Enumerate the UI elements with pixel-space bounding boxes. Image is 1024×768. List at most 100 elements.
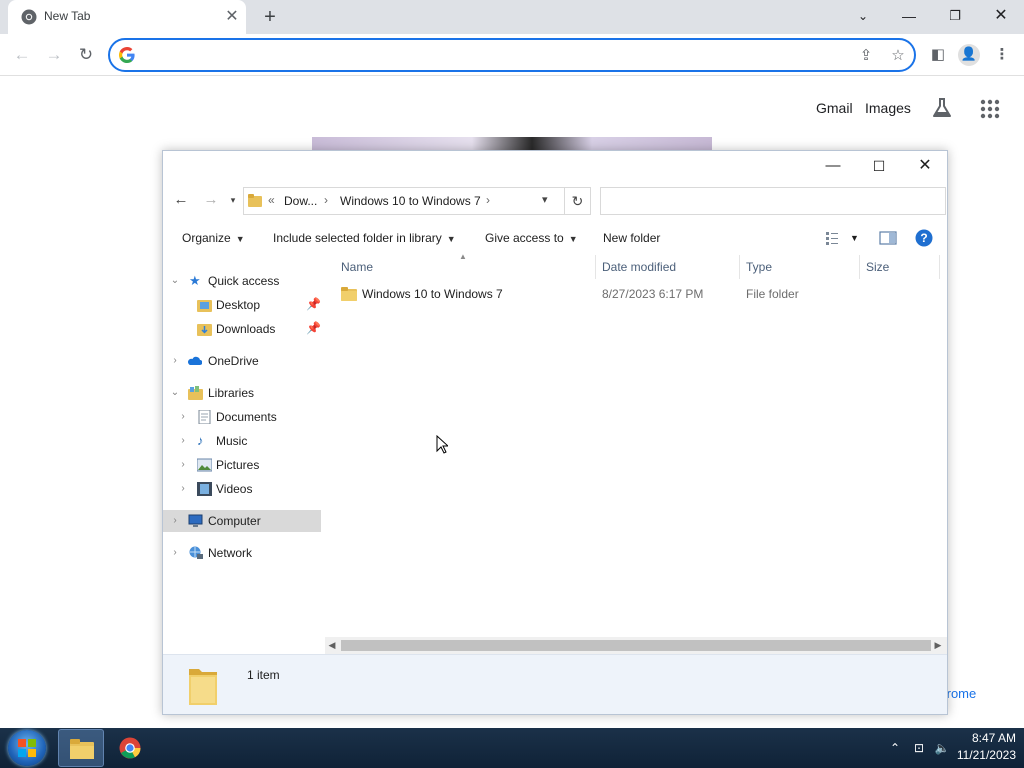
column-divider[interactable] — [939, 255, 940, 279]
expand-chevron-icon[interactable]: › — [177, 410, 189, 424]
google-apps-grid-icon[interactable] — [980, 99, 1000, 119]
nav-network[interactable]: › Network — [163, 542, 321, 564]
network-tray-icon[interactable]: ⊡ — [911, 740, 927, 756]
search-input[interactable] — [600, 187, 946, 215]
explorer-maximize-icon[interactable]: ☐ — [859, 153, 899, 179]
view-options-icon[interactable] — [825, 229, 843, 247]
explorer-back-icon[interactable]: ← — [171, 189, 191, 211]
expand-chevron-icon[interactable]: › — [177, 458, 189, 472]
expand-chevron-icon[interactable]: › — [177, 434, 189, 448]
preview-pane-icon[interactable] — [879, 229, 897, 247]
column-header-date-modified[interactable]: Date modified — [602, 260, 676, 274]
recent-locations-chevron-icon[interactable]: ▾ — [226, 189, 240, 211]
mouse-cursor-icon — [436, 435, 448, 454]
explorer-title-bar[interactable]: — ☐ ✕ — [163, 151, 947, 181]
google-doodle[interactable] — [312, 137, 712, 151]
give-access-button[interactable]: Give access to ▼ — [485, 231, 578, 245]
desktop-folder-icon — [197, 300, 212, 312]
nav-libraries[interactable]: ⌄ Libraries — [163, 382, 321, 404]
nav-downloads[interactable]: Downloads 📌 — [163, 318, 321, 340]
expand-chevron-icon[interactable]: › — [177, 482, 189, 496]
column-divider[interactable] — [595, 255, 596, 279]
breadcrumb-downloads[interactable]: Dow... — [284, 194, 317, 208]
breadcrumb-current-folder[interactable]: Windows 10 to Windows 7 — [340, 194, 481, 208]
refresh-icon[interactable]: ↻ — [564, 188, 590, 214]
expand-chevron-icon[interactable]: › — [169, 354, 181, 368]
pin-icon[interactable]: 📌 — [306, 297, 321, 311]
file-explorer-window: — ☐ ✕ ← → ▾ « Dow... › Windows 10 to Win… — [162, 150, 948, 715]
status-folder-icon — [189, 669, 217, 705]
nav-music[interactable]: › ♪ Music — [163, 430, 321, 452]
file-row[interactable]: Windows 10 to Windows 7 8/27/2023 6:17 P… — [335, 283, 947, 305]
taskbar-chrome-button[interactable] — [107, 729, 153, 767]
new-tab-plus-icon[interactable]: + — [258, 5, 282, 29]
start-button[interactable] — [8, 730, 46, 766]
address-bar[interactable]: « Dow... › Windows 10 to Windows 7 › ▾ ↻ — [243, 187, 591, 215]
nav-onedrive[interactable]: › OneDrive — [163, 350, 321, 372]
column-header-type[interactable]: Type — [746, 260, 772, 274]
clock-time[interactable]: 8:47 AM — [960, 731, 1016, 745]
chrome-menu-icon[interactable]: ⋮ — [992, 45, 1012, 65]
restore-icon[interactable]: ❐ — [938, 4, 972, 28]
nav-pictures[interactable]: › Pictures — [163, 454, 321, 476]
share-icon[interactable]: ⇪ — [856, 46, 876, 66]
include-in-library-button[interactable]: Include selected folder in library ▼ — [273, 231, 456, 245]
organize-button[interactable]: Organize ▼ — [182, 231, 245, 245]
expand-chevron-icon[interactable]: › — [169, 514, 181, 528]
explorer-close-icon[interactable]: ✕ — [905, 153, 945, 179]
scroll-right-arrow-icon[interactable]: ▶ — [931, 638, 945, 653]
explorer-address-row: ← → ▾ « Dow... › Windows 10 to Windows 7… — [163, 185, 947, 215]
file-type: File folder — [746, 287, 799, 301]
organize-label: Organize — [182, 231, 231, 245]
quick-access-star-icon: ★ — [189, 273, 201, 288]
tab-close-icon[interactable]: ✕ — [222, 7, 242, 27]
item-count: 1 item — [247, 668, 280, 682]
clock-date[interactable]: 11/21/2023 — [950, 748, 1016, 762]
labs-flask-icon[interactable] — [931, 97, 953, 119]
scrollbar-thumb[interactable] — [341, 640, 931, 651]
close-window-icon[interactable]: ✕ — [984, 4, 1018, 28]
explorer-minimize-icon[interactable]: — — [813, 153, 853, 179]
pin-icon[interactable]: 📌 — [306, 321, 321, 335]
help-icon[interactable]: ? — [915, 229, 933, 247]
images-link[interactable]: Images — [865, 100, 911, 116]
column-divider[interactable] — [859, 255, 860, 279]
nav-quick-access[interactable]: ⌄ ★ Quick access — [163, 270, 321, 292]
reload-icon[interactable]: ↻ — [73, 42, 99, 68]
omnibox-input[interactable] — [144, 44, 824, 66]
side-panel-icon[interactable]: ◧ — [928, 45, 948, 65]
volume-muted-icon[interactable]: 🔈 — [934, 740, 950, 756]
column-header-size[interactable]: Size — [866, 260, 889, 274]
minimize-icon[interactable]: — — [892, 4, 926, 28]
tab-new-tab[interactable]: New Tab ✕ — [8, 0, 246, 34]
breadcrumb-separator-end[interactable]: › — [486, 193, 490, 207]
horizontal-scrollbar[interactable]: ◀ ▶ — [325, 637, 947, 654]
nav-music-label: Music — [216, 434, 248, 448]
nav-videos[interactable]: › Videos — [163, 478, 321, 500]
forward-arrow-icon[interactable]: → — [41, 42, 67, 68]
collapse-chevron-icon[interactable]: ⌄ — [169, 386, 181, 400]
address-history-dropdown-icon[interactable]: ▾ — [542, 193, 548, 206]
breadcrumb-overflow-chevrons[interactable]: « — [268, 193, 275, 207]
nav-desktop[interactable]: Desktop 📌 — [163, 294, 321, 316]
column-divider[interactable] — [739, 255, 740, 279]
gmail-link[interactable]: Gmail — [816, 100, 853, 116]
tab-search-chevron-icon[interactable]: ⌄ — [846, 4, 880, 28]
view-options-caret-icon[interactable]: ▼ — [850, 233, 859, 243]
scroll-left-arrow-icon[interactable]: ◀ — [325, 638, 339, 653]
profile-avatar-icon[interactable]: 👤 — [958, 44, 980, 66]
collapse-chevron-icon[interactable]: ⌄ — [169, 274, 181, 288]
explorer-forward-icon[interactable]: → — [201, 189, 221, 211]
breadcrumb-separator[interactable]: › — [324, 193, 328, 207]
column-header-name[interactable]: Name — [341, 260, 373, 274]
nav-computer[interactable]: › Computer — [163, 510, 321, 532]
nav-videos-label: Videos — [216, 482, 253, 496]
show-hidden-icons-chevron-icon[interactable]: ⌃ — [887, 740, 903, 756]
taskbar-explorer-button[interactable] — [58, 729, 104, 767]
expand-chevron-icon[interactable]: › — [169, 546, 181, 560]
nav-documents[interactable]: › Documents — [163, 406, 321, 428]
omnibox[interactable]: ⇪ ☆ — [108, 38, 916, 72]
back-arrow-icon[interactable]: ← — [9, 42, 35, 68]
new-folder-button[interactable]: New folder — [603, 231, 660, 245]
bookmark-star-icon[interactable]: ☆ — [888, 46, 908, 66]
